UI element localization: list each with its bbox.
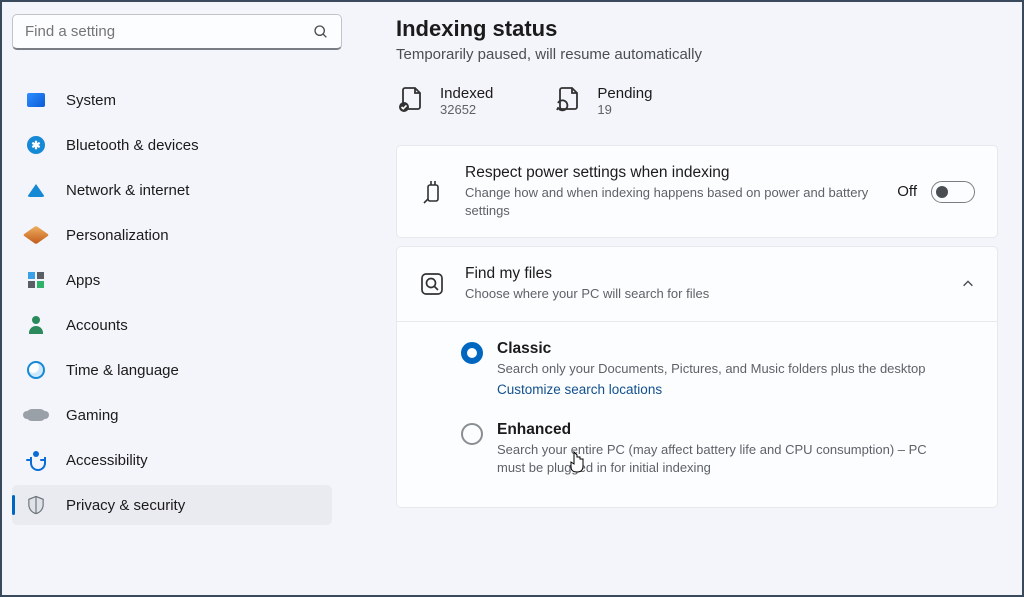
main-content: Indexing status Temporarily paused, will… (342, 2, 1022, 595)
sidebar-item-label: Bluetooth & devices (66, 137, 199, 154)
sidebar-item-label: Apps (66, 272, 100, 289)
find-files-options: Classic Search only your Documents, Pict… (397, 321, 997, 508)
sidebar-item-label: Accounts (66, 317, 128, 334)
sidebar-item-time[interactable]: Time & language (12, 350, 332, 390)
gamepad-icon (26, 405, 46, 425)
radio-classic[interactable] (461, 342, 483, 364)
sidebar-item-network[interactable]: Network & internet (12, 170, 332, 210)
clock-icon (26, 360, 46, 380)
toggle-state-label: Off (897, 183, 917, 200)
option-title: Classic (497, 340, 975, 358)
brush-icon (26, 225, 46, 245)
bluetooth-icon: ✱ (26, 135, 46, 155)
search-input[interactable] (12, 14, 342, 50)
option-enhanced[interactable]: Enhanced Search your entire PC (may affe… (461, 407, 975, 485)
chevron-up-icon (961, 277, 975, 291)
power-plug-icon (419, 179, 445, 205)
shield-icon (26, 495, 46, 515)
sidebar-item-personalization[interactable]: Personalization (12, 215, 332, 255)
sidebar-item-label: Privacy & security (66, 497, 185, 514)
sidebar-item-label: Accessibility (66, 452, 148, 469)
radio-enhanced[interactable] (461, 423, 483, 445)
stat-value: 32652 (440, 102, 493, 117)
accessibility-icon (26, 450, 46, 470)
page-title: Indexing status (396, 16, 998, 42)
file-refresh-icon (553, 85, 581, 113)
power-toggle[interactable] (931, 181, 975, 203)
stat-pending: Pending 19 (553, 85, 652, 117)
person-icon (26, 315, 46, 335)
search-field[interactable] (25, 23, 313, 40)
wifi-icon (26, 180, 46, 200)
sidebar-item-accessibility[interactable]: Accessibility (12, 440, 332, 480)
sidebar-item-accounts[interactable]: Accounts (12, 305, 332, 345)
page-subtitle: Temporarily paused, will resume automati… (396, 46, 998, 63)
card-desc: Choose where your PC will search for fil… (465, 285, 885, 303)
option-title: Enhanced (497, 421, 975, 439)
stat-label: Indexed (440, 85, 493, 102)
stat-indexed: Indexed 32652 (396, 85, 493, 117)
sidebar-item-label: Time & language (66, 362, 179, 379)
sidebar-item-bluetooth[interactable]: ✱ Bluetooth & devices (12, 125, 332, 165)
sidebar-item-label: Gaming (66, 407, 119, 424)
sidebar-item-label: System (66, 92, 116, 109)
customize-locations-link[interactable]: Customize search locations (497, 382, 662, 397)
sidebar-item-label: Personalization (66, 227, 169, 244)
card-title: Find my files (465, 265, 941, 283)
search-icon (313, 24, 329, 40)
sidebar-item-system[interactable]: System (12, 80, 332, 120)
search-file-icon (419, 271, 445, 297)
sidebar: System ✱ Bluetooth & devices Network & i… (2, 2, 342, 595)
option-desc: Search your entire PC (may affect batter… (497, 441, 947, 477)
apps-icon (26, 270, 46, 290)
find-files-header[interactable]: Find my files Choose where your PC will … (397, 247, 997, 321)
option-desc: Search only your Documents, Pictures, an… (497, 360, 947, 378)
system-icon (26, 90, 46, 110)
sidebar-item-label: Network & internet (66, 182, 189, 199)
power-settings-card: Respect power settings when indexing Cha… (396, 145, 998, 238)
find-files-card: Find my files Choose where your PC will … (396, 246, 998, 508)
file-check-icon (396, 85, 424, 113)
sidebar-item-gaming[interactable]: Gaming (12, 395, 332, 435)
stat-label: Pending (597, 85, 652, 102)
sidebar-item-privacy[interactable]: Privacy & security (12, 485, 332, 525)
stats-row: Indexed 32652 Pending 19 (396, 85, 998, 117)
sidebar-item-apps[interactable]: Apps (12, 260, 332, 300)
card-desc: Change how and when indexing happens bas… (465, 184, 877, 219)
option-classic[interactable]: Classic Search only your Documents, Pict… (461, 326, 975, 407)
stat-value: 19 (597, 102, 652, 117)
card-title: Respect power settings when indexing (465, 164, 877, 182)
nav-list: System ✱ Bluetooth & devices Network & i… (10, 80, 334, 525)
